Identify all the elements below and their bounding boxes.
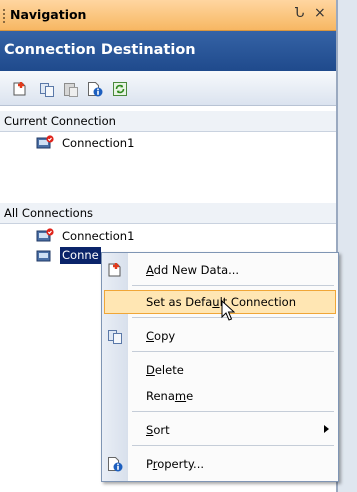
current-connection-label: Current Connection (4, 114, 116, 128)
copy-icon (108, 330, 122, 344)
menu-item-copy[interactable]: Copy (102, 323, 338, 349)
close-icon[interactable]: × (314, 5, 326, 21)
menu-label: Property... (146, 457, 204, 471)
all-connections-header: All Connections (0, 203, 336, 224)
new-connection-icon[interactable] (12, 81, 28, 97)
paste-icon[interactable] (63, 81, 79, 97)
pane-title: Navigation (10, 7, 87, 22)
menu-item-add-new-data[interactable]: Add New Data... (102, 257, 338, 283)
drag-grip-icon[interactable] (3, 9, 5, 23)
menu-separator (132, 285, 334, 286)
connection-default-icon (36, 228, 54, 242)
copy-icon[interactable] (39, 81, 55, 97)
connection-default-icon (36, 135, 54, 149)
menu-label: Rename (146, 389, 194, 403)
document-area-edge (337, 0, 357, 492)
submenu-arrow-icon (324, 425, 329, 433)
menu-label: Add New Data... (146, 263, 240, 277)
mouse-pointer-icon (221, 300, 235, 321)
current-connection-header: Current Connection (0, 111, 336, 132)
refresh-icon[interactable] (112, 81, 128, 97)
menu-separator (132, 351, 334, 352)
property-icon[interactable] (87, 81, 103, 97)
connection-label-selected: Conne (60, 247, 101, 264)
menu-item-rename[interactable]: Rename (102, 383, 338, 409)
menu-separator (132, 411, 334, 412)
menu-item-delete[interactable]: Delete (102, 357, 338, 383)
toolbar (0, 71, 336, 106)
all-connections-label: All Connections (4, 206, 93, 220)
connection-label: Connection1 (62, 136, 135, 150)
menu-item-set-default-connection[interactable]: Set as Default Connection (102, 289, 338, 315)
section-header: Connection Destination (0, 31, 336, 71)
menu-separator (132, 445, 334, 446)
menu-label: Copy (146, 329, 176, 343)
header-title: Connection Destination (4, 42, 196, 58)
connection-label: Connection1 (62, 229, 135, 243)
menu-item-property[interactable]: Property... (102, 451, 338, 477)
new-data-icon (108, 263, 121, 277)
menu-item-sort[interactable]: Sort (102, 417, 338, 443)
pane-title-bar[interactable]: Navigation Ն × (0, 0, 336, 31)
menu-label: Sort (146, 423, 170, 437)
tree-item-current-connection1[interactable]: Connection1 (36, 134, 176, 152)
property-icon (108, 457, 123, 472)
connection-icon (36, 250, 51, 262)
menu-label: Delete (146, 363, 184, 377)
context-menu: Add New Data... Set as Default Connectio… (101, 252, 339, 482)
pin-icon[interactable]: Ն (295, 6, 304, 21)
tree-item-connection1[interactable]: Connection1 (36, 227, 176, 245)
